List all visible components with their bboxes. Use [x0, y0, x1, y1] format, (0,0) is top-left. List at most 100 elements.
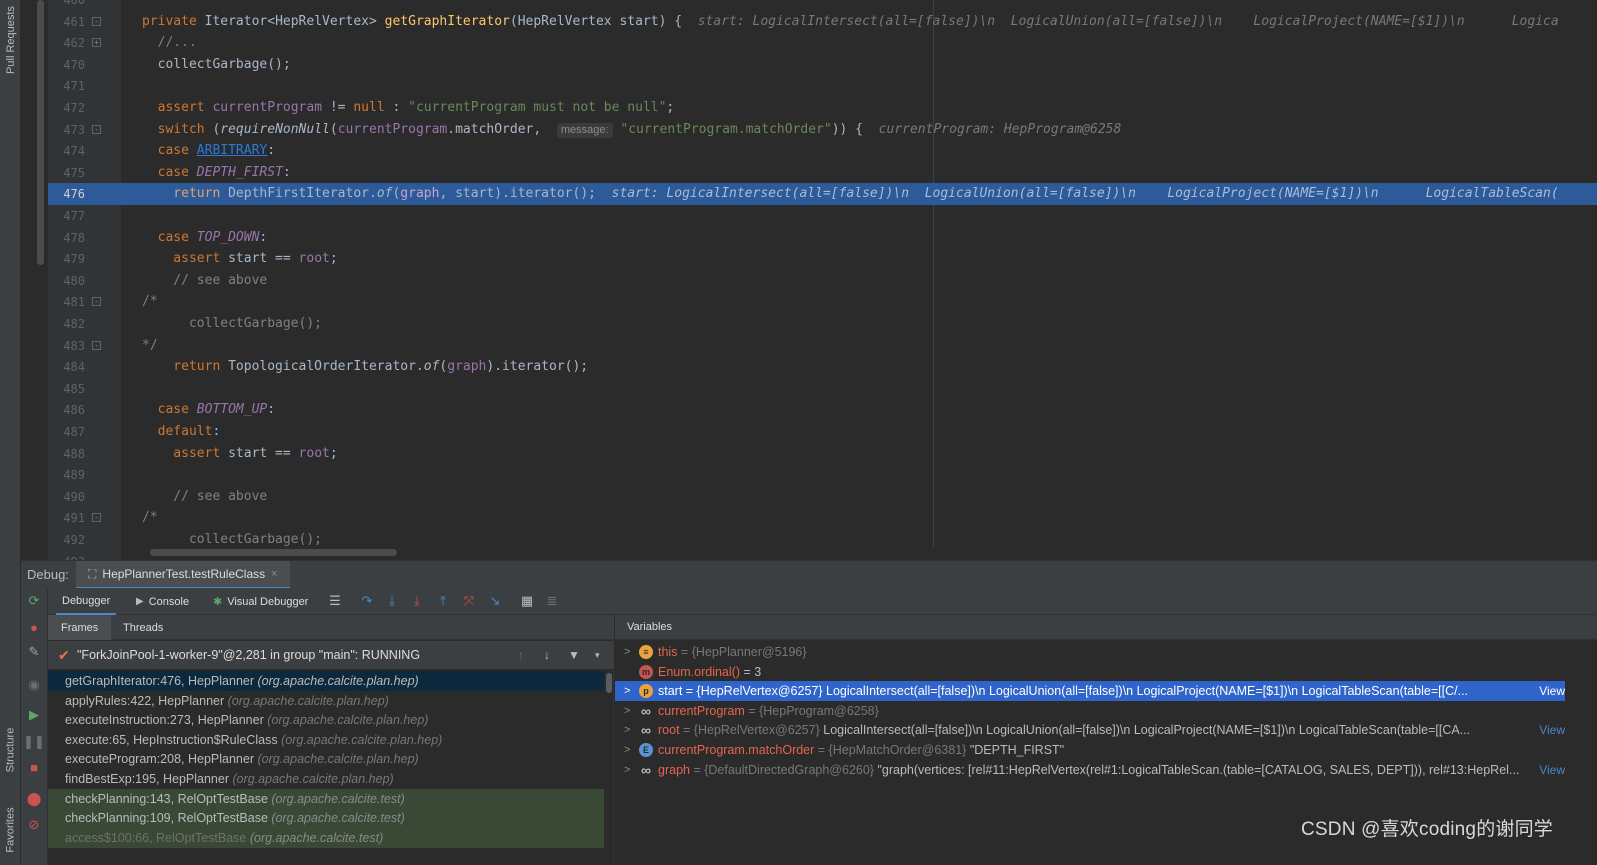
- line-number[interactable]: 490: [45, 486, 85, 508]
- expand-arrow-icon[interactable]: >: [624, 642, 630, 662]
- line-number[interactable]: 475: [45, 162, 85, 184]
- variable-row[interactable]: m Enum.ordinal() = 3: [615, 662, 1565, 682]
- code-line[interactable]: 480 // see above: [63, 270, 1597, 292]
- line-number[interactable]: 492: [45, 529, 85, 551]
- variable-row[interactable]: > ≡ this = {HepPlanner@5196}: [615, 642, 1565, 662]
- settings-wrench-icon[interactable]: ✎: [25, 643, 43, 661]
- line-number[interactable]: 483: [45, 335, 85, 357]
- tab-threads[interactable]: Threads: [110, 615, 176, 640]
- menu-lines-icon[interactable]: ☰: [326, 592, 344, 610]
- tab-console[interactable]: ▶ Console: [136, 588, 189, 615]
- variable-row[interactable]: > EcurrentProgram.matchOrder = {HepMatchO…: [615, 740, 1565, 760]
- variable-row[interactable]: > ∞ graph = {DefaultDirectedGraph@6260} "g…: [615, 760, 1565, 780]
- fold-toggle-icon[interactable]: -: [92, 297, 101, 307]
- editor-horizontal-scrollbar[interactable]: [150, 549, 397, 556]
- tab-frames[interactable]: Frames: [48, 615, 112, 640]
- pull-requests-tab[interactable]: Pull Requests: [0, 0, 21, 80]
- code-line[interactable]: 481-/*: [63, 291, 1597, 313]
- variable-row[interactable]: > ∞ currentProgram = {HepProgram@6258}: [615, 701, 1565, 721]
- code-line[interactable]: 491-/*: [63, 507, 1597, 529]
- thread-selector[interactable]: ✔ "ForkJoinPool-1-worker-9"@2,281 in gro…: [48, 641, 614, 669]
- code-line[interactable]: 479 assert start == root;: [63, 248, 1597, 270]
- fold-toggle-icon[interactable]: -: [92, 340, 101, 350]
- code-line[interactable]: 492 collectGarbage();: [63, 529, 1597, 551]
- stack-frame[interactable]: findBestExp:195, HepPlanner (org.apache.…: [48, 769, 604, 789]
- code-line[interactable]: 477: [63, 205, 1597, 227]
- line-number[interactable]: 473: [45, 119, 85, 141]
- variable-row[interactable]: > ∞ root = {HepRelVertex@6257} LogicalInte…: [615, 720, 1565, 740]
- run-to-cursor-icon[interactable]: ↘: [486, 592, 504, 610]
- step-into-icon[interactable]: ⤓: [383, 592, 401, 610]
- code-line[interactable]: 487 default:: [63, 421, 1597, 443]
- expand-arrow-icon[interactable]: >: [624, 760, 630, 780]
- stack-frame[interactable]: checkPlanning:143, RelOptTestBase (org.a…: [48, 788, 604, 809]
- code-line[interactable]: 482 collectGarbage();: [63, 313, 1597, 335]
- step-over-icon[interactable]: ↷: [358, 592, 376, 610]
- line-number[interactable]: 479: [45, 248, 85, 270]
- stack-frame[interactable]: executeInstruction:273, HepPlanner (org.…: [48, 710, 604, 730]
- editor-vertical-scrollbar[interactable]: [21, 0, 48, 565]
- variables-scrollbar[interactable]: [1578, 641, 1582, 865]
- code-line[interactable]: 470 collectGarbage();: [63, 54, 1597, 76]
- code-line[interactable]: 484 return TopologicalOrderIterator.of(g…: [63, 356, 1597, 378]
- code-area[interactable]: 460 461- private Iterator<HepRelVertex> ge…: [63, 0, 1597, 565]
- favorites-tab[interactable]: Favorites: [0, 795, 21, 865]
- line-number[interactable]: 491: [45, 507, 85, 529]
- line-number[interactable]: 462: [45, 32, 85, 54]
- expand-arrow-icon[interactable]: >: [624, 681, 630, 701]
- view-breakpoints-icon[interactable]: ⬤: [25, 790, 43, 808]
- restore-breakpoints-icon[interactable]: ●: [25, 618, 43, 636]
- filter-icon[interactable]: ▼: [568, 648, 580, 662]
- line-number[interactable]: 481: [45, 291, 85, 313]
- evaluate-expression-icon[interactable]: ▦: [518, 592, 536, 610]
- line-number[interactable]: 461: [45, 11, 85, 33]
- line-number[interactable]: 488: [45, 443, 85, 465]
- view-link[interactable]: View: [1521, 720, 1565, 740]
- fold-toggle-icon[interactable]: -: [92, 513, 101, 523]
- line-number[interactable]: 476: [45, 183, 85, 205]
- line-number[interactable]: 485: [45, 378, 85, 400]
- view-link[interactable]: View: [1521, 681, 1565, 701]
- code-line[interactable]: 473- switch (requireNonNull(currentProgr…: [63, 119, 1597, 141]
- code-line[interactable]: 471: [63, 75, 1597, 97]
- code-line[interactable]: 472 assert currentProgram != null : "cur…: [63, 97, 1597, 119]
- code-line[interactable]: 460: [63, 0, 1597, 11]
- fold-toggle-icon[interactable]: -: [92, 16, 101, 26]
- current-line[interactable]: 476 return DepthFirstIterator.of(graph, …: [63, 183, 1597, 205]
- debug-session-tab[interactable]: ⛶ HepPlannerTest.testRuleClass ×: [76, 561, 290, 589]
- arrow-down-icon[interactable]: ↓: [544, 648, 550, 662]
- line-number[interactable]: 487: [45, 421, 85, 443]
- view-link[interactable]: View: [1521, 760, 1565, 780]
- code-line[interactable]: 488 assert start == root;: [63, 443, 1597, 465]
- code-line[interactable]: 478 case TOP_DOWN:: [63, 227, 1597, 249]
- variable-row[interactable]: > p start = {HepRelVertex@6257} LogicalInt…: [615, 681, 1565, 702]
- line-number[interactable]: 460: [45, 0, 85, 11]
- code-line[interactable]: 485: [63, 378, 1597, 400]
- close-icon[interactable]: ×: [271, 568, 277, 580]
- structure-tab[interactable]: Structure: [0, 710, 21, 790]
- line-number[interactable]: 477: [45, 205, 85, 227]
- line-number[interactable]: 472: [45, 97, 85, 119]
- tab-visual-debugger[interactable]: ✱ Visual Debugger: [213, 588, 308, 615]
- line-number[interactable]: 489: [45, 464, 85, 486]
- line-number[interactable]: 471: [45, 75, 85, 97]
- stack-frame[interactable]: execute:65, HepInstruction$RuleClass (or…: [48, 730, 604, 750]
- editor-scroll-thumb[interactable]: [37, 0, 44, 265]
- expand-arrow-icon[interactable]: >: [624, 720, 630, 740]
- line-number[interactable]: 484: [45, 356, 85, 378]
- force-step-into-icon[interactable]: ⤓: [408, 592, 426, 610]
- expand-arrow-icon[interactable]: >: [624, 740, 630, 760]
- pause-icon[interactable]: ❚❚: [23, 733, 45, 751]
- drop-frame-icon[interactable]: ⤧: [460, 592, 478, 610]
- stack-frame[interactable]: getGraphIterator:476, HepPlanner (org.ap…: [48, 671, 604, 691]
- stack-frame[interactable]: access$100:66, RelOptTestBase (org.apach…: [48, 827, 604, 848]
- line-number[interactable]: 470: [45, 54, 85, 76]
- line-number[interactable]: 474: [45, 140, 85, 162]
- line-number[interactable]: 480: [45, 270, 85, 292]
- resume-icon[interactable]: ▶: [25, 706, 43, 724]
- frames-scrollbar[interactable]: [606, 673, 612, 693]
- code-line[interactable]: 490 // see above: [63, 486, 1597, 508]
- code-line[interactable]: 483- */: [63, 335, 1597, 357]
- eye-icon[interactable]: ◉: [25, 676, 43, 694]
- stack-frame[interactable]: applyRules:422, HepPlanner (org.apache.c…: [48, 691, 604, 711]
